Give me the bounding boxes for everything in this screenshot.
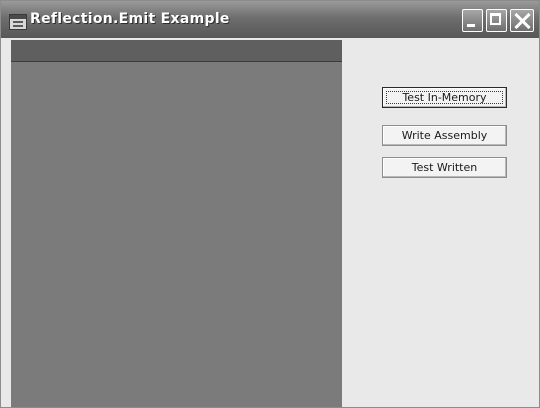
title-bar[interactable]: Reflection.Emit Example: [1, 1, 539, 38]
output-panel[interactable]: [11, 40, 342, 407]
minimize-button[interactable]: [462, 9, 483, 32]
write-assembly-label: Write Assembly: [401, 129, 488, 142]
test-written-label: Test Written: [411, 161, 478, 174]
main-window: Reflection.Emit Example Test In-Memory W…: [0, 0, 540, 408]
close-button[interactable]: [510, 9, 534, 32]
test-in-memory-button[interactable]: Test In-Memory: [382, 87, 507, 108]
app-window-icon[interactable]: [9, 14, 27, 30]
button-panel: Test In-Memory Write Assembly Test Writt…: [342, 40, 539, 407]
maximize-button[interactable]: [486, 9, 507, 32]
output-panel-header: [11, 40, 342, 62]
window-title: Reflection.Emit Example: [30, 11, 230, 27]
write-assembly-button[interactable]: Write Assembly: [382, 125, 507, 146]
test-in-memory-label: Test In-Memory: [402, 91, 487, 104]
test-written-button[interactable]: Test Written: [382, 157, 507, 178]
left-margin: [1, 40, 11, 407]
